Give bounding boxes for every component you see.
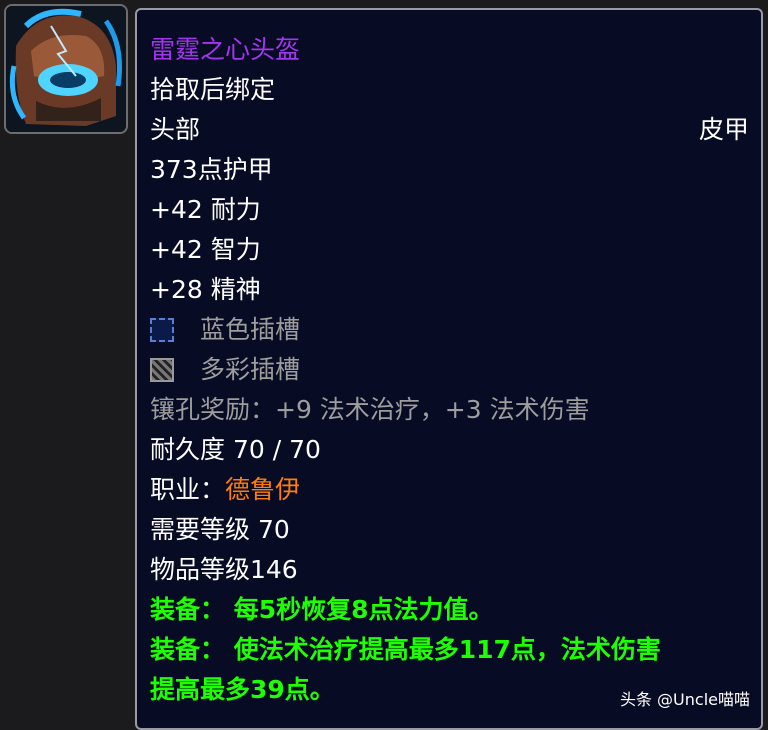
socket-meta-label: 多彩插槽 — [200, 355, 301, 384]
class-row: 职业：德鲁伊 — [150, 470, 749, 510]
watermark: 头条 @Uncle喵喵 — [619, 690, 750, 709]
stat-stamina: +42 耐力 — [150, 195, 261, 224]
item-tooltip: 雷霆之心头盔 拾取后绑定 头部 皮甲 373点护甲 +42 耐力 +42 智力 … — [135, 8, 763, 730]
socket-blue-row: 蓝色插槽 — [150, 310, 749, 350]
armor-type-text: 皮甲 — [698, 115, 749, 144]
meta-socket-icon — [150, 358, 174, 382]
equip-effect-spell: 装备： 使法术治疗提高最多117点，法术伤害 — [150, 635, 661, 664]
stat-intellect: +42 智力 — [150, 235, 261, 264]
blue-socket-icon — [150, 318, 174, 342]
equip-effect-mana: 装备： 每5秒恢复8点法力值。 — [150, 595, 494, 624]
helmet-icon — [6, 6, 126, 132]
item-name[interactable]: 雷霆之心头盔 — [150, 30, 749, 70]
binding-text: 拾取后绑定 — [150, 75, 276, 104]
class-name: 德鲁伊 — [225, 475, 301, 504]
item-icon-frame[interactable] — [4, 4, 128, 134]
item-level: 物品等级146 — [150, 555, 298, 584]
slot-text: 头部 — [150, 115, 201, 144]
socket-bonus: 镶孔奖励：+9 法术治疗，+3 法术伤害 — [150, 395, 590, 424]
required-level: 需要等级 70 — [150, 515, 290, 544]
slot-row: 头部 皮甲 — [150, 110, 749, 150]
socket-blue-label: 蓝色插槽 — [200, 315, 301, 344]
socket-meta-row: 多彩插槽 — [150, 350, 749, 390]
armor-text: 373点护甲 — [150, 155, 273, 184]
stat-spirit: +28 精神 — [150, 275, 261, 304]
class-label: 职业： — [150, 475, 226, 504]
durability-text: 耐久度 70 / 70 — [150, 435, 321, 464]
